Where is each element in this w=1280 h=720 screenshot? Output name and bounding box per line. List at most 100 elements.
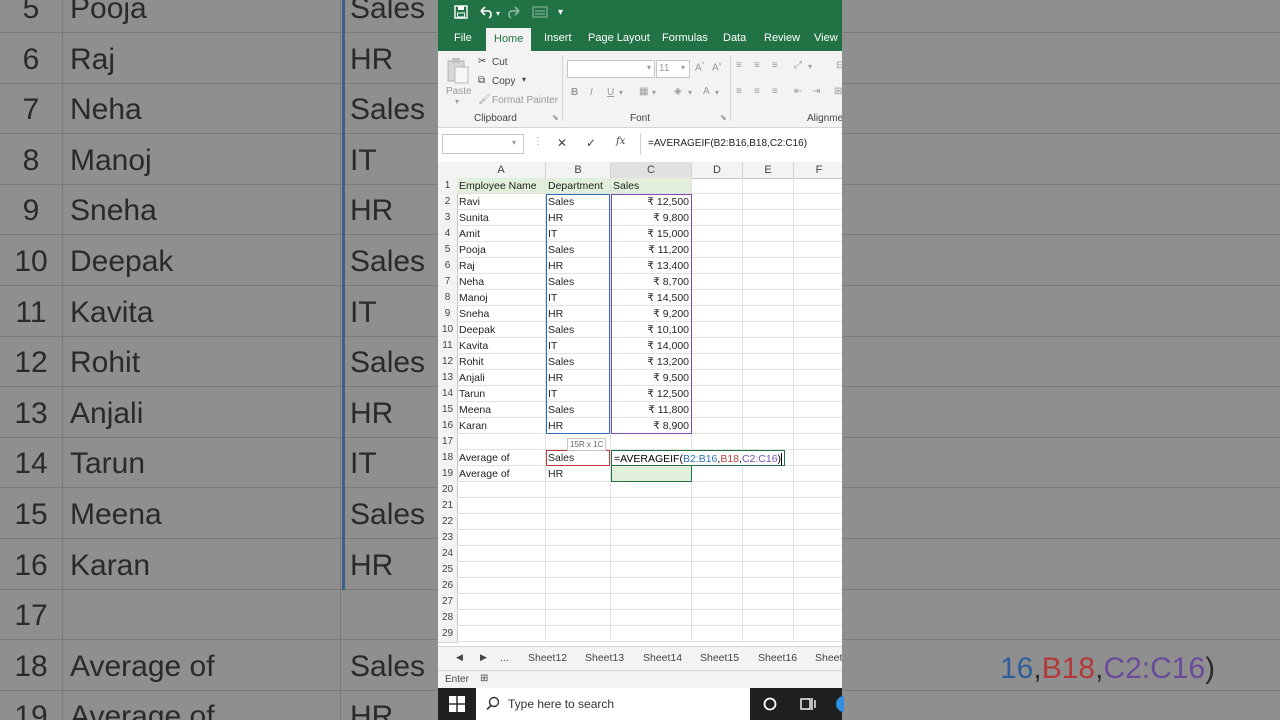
cell-c22[interactable] bbox=[611, 514, 692, 530]
row-header[interactable]: 5 bbox=[438, 242, 458, 259]
cell-b8[interactable]: IT bbox=[546, 290, 611, 306]
column-header-b[interactable]: B bbox=[546, 162, 611, 179]
font-name-dropdown-icon[interactable]: ▾ bbox=[647, 63, 651, 72]
cell-a3[interactable]: Sunita bbox=[457, 210, 546, 226]
cell-d12[interactable] bbox=[692, 354, 743, 370]
cell-f26[interactable] bbox=[794, 578, 842, 594]
cell-c24[interactable] bbox=[611, 546, 692, 562]
macro-record-icon[interactable]: ⊞ bbox=[480, 673, 488, 684]
cell-b13[interactable]: HR bbox=[546, 370, 611, 386]
tab-formulas[interactable]: Formulas bbox=[662, 32, 708, 44]
cell-e28[interactable] bbox=[743, 610, 794, 626]
cell-e8[interactable] bbox=[743, 290, 794, 306]
cell-e25[interactable] bbox=[743, 562, 794, 578]
cell-b29[interactable] bbox=[546, 626, 611, 642]
cell-f18[interactable] bbox=[794, 450, 842, 466]
cell-a23[interactable] bbox=[457, 530, 546, 546]
confirm-entry-icon[interactable]: ✓ bbox=[586, 136, 596, 150]
cell-f13[interactable] bbox=[794, 370, 842, 386]
cell-b26[interactable] bbox=[546, 578, 611, 594]
cell-f25[interactable] bbox=[794, 562, 842, 578]
cell-b3[interactable]: HR bbox=[546, 210, 611, 226]
row-header[interactable]: 23 bbox=[438, 530, 458, 547]
row-header[interactable]: 4 bbox=[438, 226, 458, 243]
cell-d8[interactable] bbox=[692, 290, 743, 306]
cortana-icon[interactable] bbox=[763, 697, 777, 716]
cell-d6[interactable] bbox=[692, 258, 743, 274]
orientation-dropdown-icon[interactable]: ▾ bbox=[808, 62, 812, 71]
cell-e19[interactable] bbox=[743, 466, 794, 482]
cell-e5[interactable] bbox=[743, 242, 794, 258]
cell-a26[interactable] bbox=[457, 578, 546, 594]
cell-a5[interactable]: Pooja bbox=[457, 242, 546, 258]
tab-home[interactable]: Home bbox=[486, 28, 532, 51]
cell-d20[interactable] bbox=[692, 482, 743, 498]
align-center-icon[interactable]: ≡ bbox=[754, 86, 760, 97]
cell-a18[interactable]: Average of bbox=[457, 450, 546, 466]
cell-d1[interactable] bbox=[692, 178, 743, 194]
cell-e12[interactable] bbox=[743, 354, 794, 370]
cell-c26[interactable] bbox=[611, 578, 692, 594]
cell-e7[interactable] bbox=[743, 274, 794, 290]
cut-icon[interactable]: ✂ bbox=[478, 56, 486, 67]
sheet-tab-16[interactable]: Sheet16 bbox=[758, 652, 797, 664]
bold-button[interactable]: B bbox=[571, 87, 578, 98]
cell-c5[interactable]: ₹ 11,200 bbox=[611, 242, 692, 258]
sheet-tab-14[interactable]: Sheet14 bbox=[643, 652, 682, 664]
cell-a16[interactable]: Karan bbox=[457, 418, 546, 434]
row-header[interactable]: 20 bbox=[438, 482, 458, 499]
cell-a27[interactable] bbox=[457, 594, 546, 610]
cell-b9[interactable]: HR bbox=[546, 306, 611, 322]
row-header[interactable]: 27 bbox=[438, 594, 458, 611]
scroll-sheets-right-icon[interactable]: ▶ bbox=[480, 652, 487, 663]
cell-b16[interactable]: HR bbox=[546, 418, 611, 434]
merge-center-icon[interactable]: ⊞ bbox=[834, 86, 842, 97]
cell-d15[interactable] bbox=[692, 402, 743, 418]
tab-data[interactable]: Data bbox=[723, 32, 746, 44]
cell-e13[interactable] bbox=[743, 370, 794, 386]
cell-e9[interactable] bbox=[743, 306, 794, 322]
cell-f2[interactable] bbox=[794, 194, 842, 210]
cell-a29[interactable] bbox=[457, 626, 546, 642]
cell-f10[interactable] bbox=[794, 322, 842, 338]
cell-d3[interactable] bbox=[692, 210, 743, 226]
cell-b10[interactable]: Sales bbox=[546, 322, 611, 338]
cell-b23[interactable] bbox=[546, 530, 611, 546]
cell-b24[interactable] bbox=[546, 546, 611, 562]
cell-a14[interactable]: Tarun bbox=[457, 386, 546, 402]
cell-e15[interactable] bbox=[743, 402, 794, 418]
cell-d23[interactable] bbox=[692, 530, 743, 546]
cell-d5[interactable] bbox=[692, 242, 743, 258]
cell-b5[interactable]: Sales bbox=[546, 242, 611, 258]
cell-a19[interactable]: Average of bbox=[457, 466, 546, 482]
font-name-box[interactable] bbox=[567, 60, 655, 78]
select-all-corner[interactable] bbox=[438, 162, 458, 179]
cell-d17[interactable] bbox=[692, 434, 743, 450]
cell-e10[interactable] bbox=[743, 322, 794, 338]
cell-c9[interactable]: ₹ 9,200 bbox=[611, 306, 692, 322]
decrease-indent-icon[interactable]: ⇤ bbox=[794, 86, 802, 97]
format-painter-button[interactable]: Format Painter bbox=[492, 95, 558, 106]
cell-a6[interactable]: Raj bbox=[457, 258, 546, 274]
sheet-tab-13[interactable]: Sheet13 bbox=[585, 652, 624, 664]
column-header-e[interactable]: E bbox=[743, 162, 794, 179]
cell-d28[interactable] bbox=[692, 610, 743, 626]
row-header[interactable]: 9 bbox=[438, 306, 458, 323]
column-header-d[interactable]: D bbox=[692, 162, 743, 179]
cell-b7[interactable]: Sales bbox=[546, 274, 611, 290]
bottom-align-icon[interactable]: ≡ bbox=[772, 60, 778, 71]
cell-e27[interactable] bbox=[743, 594, 794, 610]
middle-align-icon[interactable]: ≡ bbox=[754, 60, 760, 71]
tab-view[interactable]: View bbox=[814, 32, 838, 44]
cell-a1[interactable]: Employee Name bbox=[457, 178, 546, 194]
cell-e6[interactable] bbox=[743, 258, 794, 274]
row-header[interactable]: 19 bbox=[438, 466, 458, 483]
cell-a28[interactable] bbox=[457, 610, 546, 626]
cell-e22[interactable] bbox=[743, 514, 794, 530]
cell-a4[interactable]: Amit bbox=[457, 226, 546, 242]
cell-c13[interactable]: ₹ 9,500 bbox=[611, 370, 692, 386]
format-painter-icon[interactable]: 🖌 bbox=[478, 94, 491, 105]
column-header-a[interactable]: A bbox=[457, 162, 546, 179]
row-header[interactable]: 16 bbox=[438, 418, 458, 435]
cell-d29[interactable] bbox=[692, 626, 743, 642]
